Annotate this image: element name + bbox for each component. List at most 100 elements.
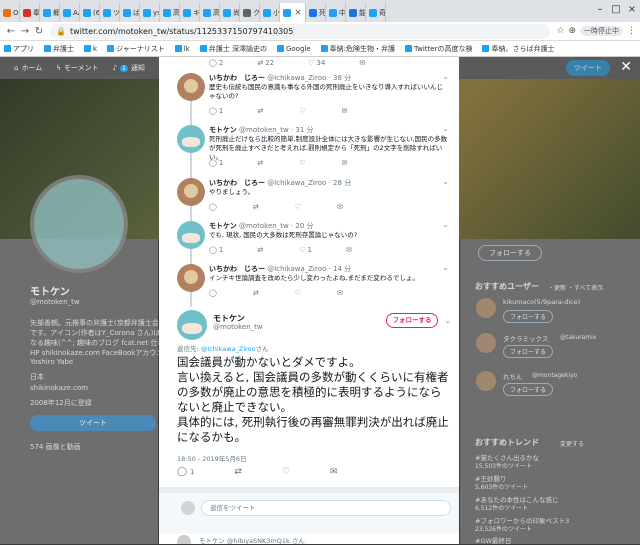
main-tweet-timestamp[interactable]: 18:50 - 2019年5月6日 <box>177 453 247 463</box>
suggest-name[interactable]: kikumaco(5/9para-dice) <box>503 298 580 306</box>
reply-name[interactable]: いちかわ じろー <box>209 74 265 82</box>
reply-time[interactable]: 31 分 <box>295 126 313 134</box>
bookmark-item[interactable]: 奉納、さらば弁護士 <box>482 44 554 54</box>
reply-tweet[interactable]: モトケン @motoken_tw · 20 分 ⌄ でも, 現状, 国民の大多数は死… <box>159 219 459 263</box>
retweet-action[interactable]: ⇄ <box>253 203 261 211</box>
browser-tab[interactable]: ク <box>240 3 260 22</box>
maximize-icon[interactable]: □ <box>608 0 624 22</box>
reply-avatar[interactable] <box>177 178 205 206</box>
browser-tab[interactable]: 郷 <box>40 3 60 22</box>
bookmark-item[interactable]: Google <box>276 45 311 53</box>
mail-action[interactable]: ✉ <box>341 107 349 115</box>
star-icon[interactable]: ☆ <box>556 26 564 36</box>
chevron-down-icon[interactable]: ⌄ <box>442 124 449 133</box>
retweet-action[interactable]: ⇄ <box>257 159 265 167</box>
mail-action[interactable]: ✉ <box>346 246 354 254</box>
heart-action[interactable]: ♡ <box>295 289 303 297</box>
reply-tweet[interactable]: いちかわ じろー @Ichikawa_Ziroo · 28 分 ⌄ やりましょう。 <box>159 176 459 220</box>
nav-home[interactable]: ⌂ ホーム <box>14 63 42 73</box>
bookmark-item[interactable]: 弁護士 深澤諭史の <box>199 44 267 54</box>
bookmark-item[interactable]: ジャーナリスト <box>107 44 165 54</box>
browser-tab[interactable]: Or <box>0 3 20 22</box>
reply-action[interactable]: ◯ <box>209 203 219 211</box>
bookmark-item[interactable]: 奉納:危険生物・弁護 <box>320 44 395 54</box>
reply-tweet[interactable]: いちかわ じろー @Ichikawa_Ziroo · 14 分 ⌄ インチキ世論調査… <box>159 262 459 306</box>
nav-notifications[interactable]: ♪ 1 通知 <box>113 63 145 73</box>
reply-time[interactable]: 28 分 <box>333 179 351 187</box>
browser-tab[interactable]: 能 <box>346 3 366 22</box>
reply-name[interactable]: モトケン <box>209 222 237 230</box>
like-action[interactable]: ♡ 34 <box>308 59 325 67</box>
suggest-name[interactable]: れちん <box>503 371 523 381</box>
reply-name[interactable]: モトケン <box>209 126 237 134</box>
nav-moments[interactable]: ϟ モーメント <box>56 63 98 73</box>
retweet-action[interactable]: ⇄ <box>257 246 265 254</box>
tweet-button-top[interactable]: ツイート <box>566 60 610 76</box>
reply-avatar[interactable] <box>177 73 205 101</box>
forward-icon[interactable]: → <box>18 26 32 37</box>
reply-action[interactable]: ◯ 1 <box>209 107 223 115</box>
retweet-action[interactable]: ⇄ <box>257 107 265 115</box>
pause-status[interactable]: 一時停止中 <box>580 26 623 36</box>
browser-tab[interactable]: 奉 <box>20 3 40 22</box>
browser-tab[interactable]: 高 <box>200 3 220 22</box>
recommend-links[interactable]: ・更新 ・すべて表示 <box>548 283 603 292</box>
bookmark-item[interactable]: k <box>84 45 97 53</box>
follow-button[interactable]: フォローする <box>386 313 438 328</box>
reply-name[interactable]: いちかわ じろー <box>209 265 265 273</box>
browser-tab[interactable]: 小 <box>260 3 280 22</box>
browser-tab[interactable]: (6) <box>80 3 100 22</box>
bookmark-item[interactable]: アプリ <box>4 44 34 54</box>
suggest-name[interactable]: タクラミックス <box>503 333 548 343</box>
browser-tab[interactable]: 死 <box>306 3 326 22</box>
reply-action[interactable]: ◯ 1 <box>177 467 194 477</box>
reply-time[interactable]: 14 分 <box>333 265 351 273</box>
reply-action[interactable]: ◯ <box>209 289 219 297</box>
browser-tab[interactable]: × <box>280 3 306 22</box>
reply-name[interactable]: いちかわ じろー <box>209 179 265 187</box>
trends-change[interactable]: 変更する <box>560 439 584 448</box>
reply-time[interactable]: 38 分 <box>333 74 351 82</box>
suggest-follow-button[interactable]: フォローする <box>503 345 554 358</box>
browser-tab[interactable]: AA <box>60 3 80 22</box>
chevron-down-icon[interactable]: ⌄ <box>442 177 449 186</box>
browser-tab[interactable]: ば <box>120 3 140 22</box>
address-bar[interactable]: 🔒 twitter.com/motoken_tw/status/11253371… <box>50 23 551 39</box>
browser-tab[interactable]: 中 <box>326 3 346 22</box>
browser-tab[interactable]: 奇 <box>366 3 386 22</box>
retweet-action[interactable]: ⇄ <box>253 289 261 297</box>
back-icon[interactable]: ← <box>4 26 18 37</box>
reply-to-link[interactable]: @Ichikawa_Ziroo <box>201 345 256 353</box>
reply-action[interactable]: ◯ 1 <box>209 246 223 254</box>
bookmark-item[interactable]: Twitterの高度な検 <box>405 44 472 54</box>
chevron-down-icon[interactable]: ⌄ <box>442 220 449 229</box>
mail-action[interactable]: ✉ <box>337 203 345 211</box>
extension-icon[interactable]: ⊕ <box>568 26 576 36</box>
reply-avatar[interactable] <box>177 264 205 292</box>
heart-action[interactable]: ♡ <box>295 203 303 211</box>
chevron-down-icon[interactable]: ⌄ <box>444 316 451 325</box>
main-tweet-avatar[interactable] <box>177 310 207 340</box>
browser-tab[interactable]: 高 <box>160 3 180 22</box>
menu-icon[interactable]: ⋮ <box>627 26 636 36</box>
heart-action[interactable]: ♡ 1 <box>299 246 312 254</box>
retweet-action[interactable]: ⇄ 22 <box>257 59 274 67</box>
close-window-icon[interactable]: × <box>624 0 640 22</box>
dm-action[interactable]: ✉ <box>330 467 338 477</box>
heart-action[interactable]: ♡ <box>299 159 307 167</box>
profile-follow-button[interactable]: フォローする <box>478 245 542 261</box>
suggest-follow-button[interactable]: フォローする <box>503 310 554 323</box>
close-modal-icon[interactable]: ✕ <box>620 59 632 75</box>
like-action[interactable]: ♡ <box>282 467 290 477</box>
dm-action[interactable]: ✉ <box>359 59 365 67</box>
heart-action[interactable]: ♡ <box>299 107 307 115</box>
chevron-down-icon[interactable]: ⌄ <box>442 263 449 272</box>
bookmark-item[interactable]: lk <box>174 45 190 53</box>
reply-action[interactable]: ◯ 1 <box>209 159 223 167</box>
retweet-action[interactable]: ⇄ <box>234 467 242 477</box>
browser-tab[interactable]: ys <box>140 3 160 22</box>
minimize-icon[interactable]: – <box>592 0 608 22</box>
mail-action[interactable]: ✉ <box>337 289 345 297</box>
browser-tab[interactable]: キ <box>180 3 200 22</box>
reply-avatar[interactable] <box>177 221 205 249</box>
